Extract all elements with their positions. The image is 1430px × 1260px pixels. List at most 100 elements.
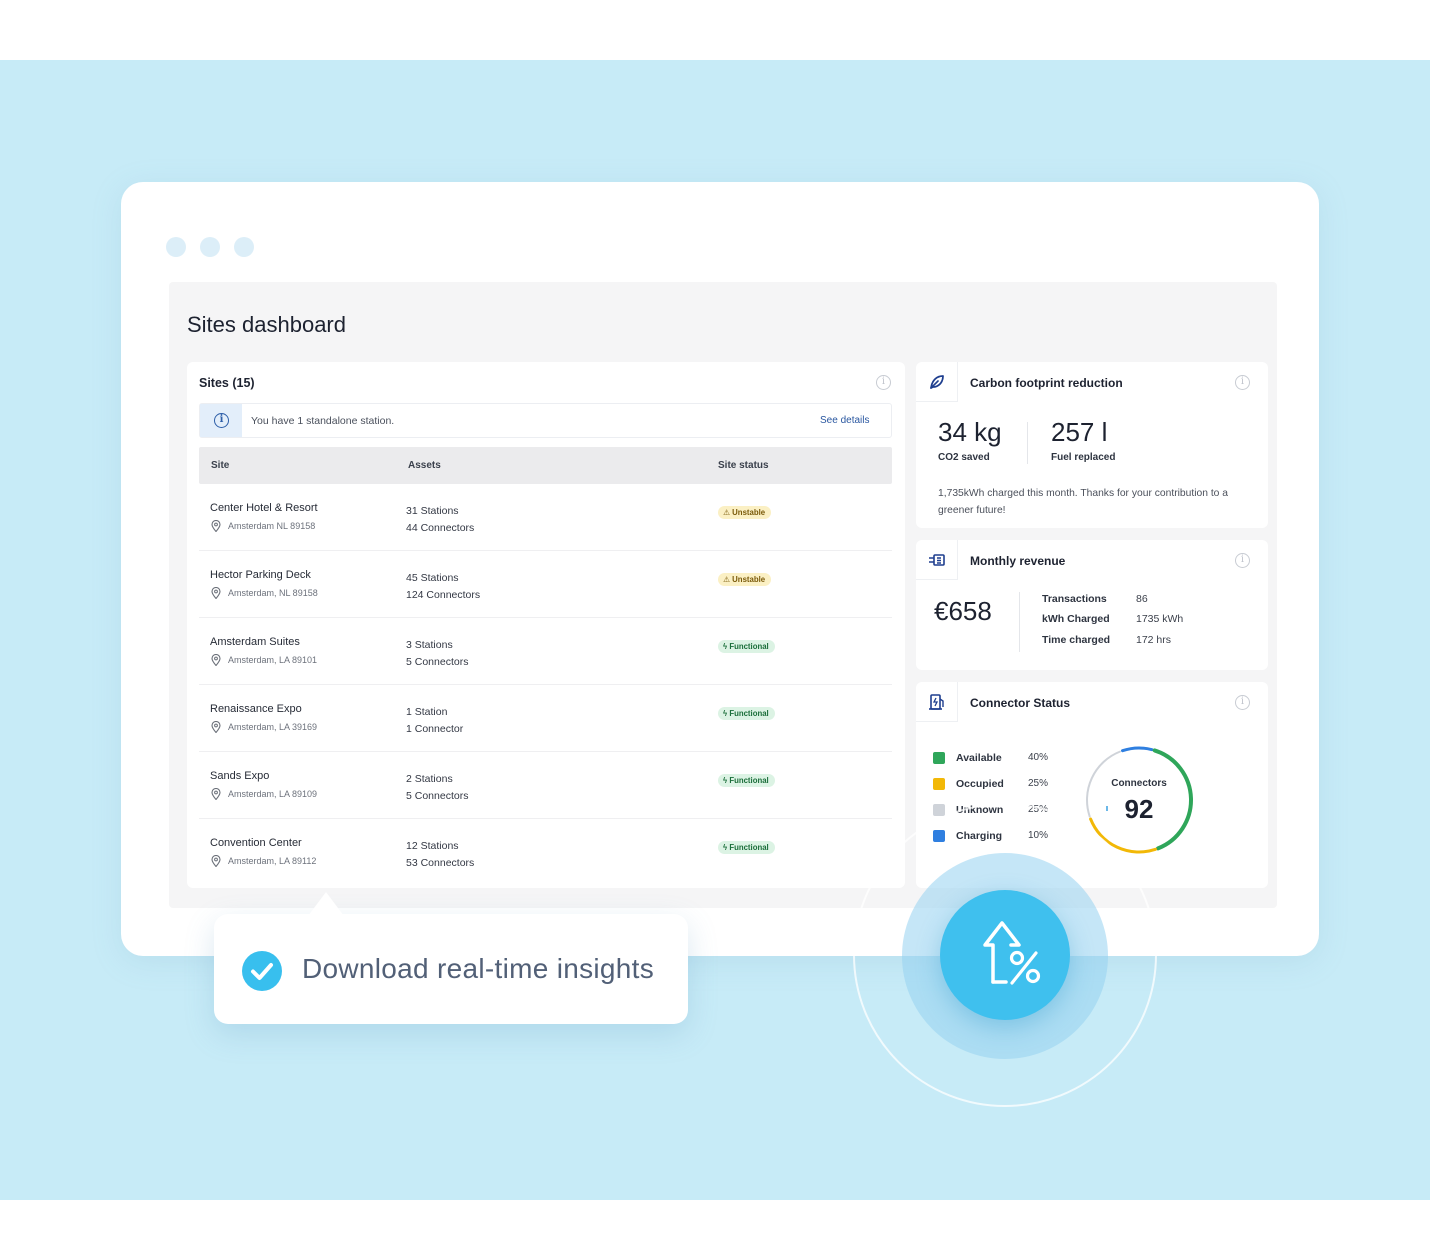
column-header-site[interactable]: Site (211, 460, 229, 471)
station-count: 3 Stations (406, 639, 453, 651)
sites-card: Sites (15) i i You have 1 standalone sta… (187, 362, 905, 888)
column-header-site-status[interactable]: Site status (718, 460, 769, 471)
sites-table-header: Site Assets Site status (199, 447, 892, 484)
status-badge: ϟ Functional (718, 707, 775, 720)
site-location: Amsterdam, NL 89158 (228, 588, 318, 598)
legend-swatch-unknown (933, 804, 945, 816)
site-name[interactable]: Hector Parking Deck (210, 569, 311, 581)
arrow-up-percent-icon (983, 921, 1041, 985)
see-details-link[interactable]: See details (820, 415, 869, 426)
legend-value-available: 40% (1028, 752, 1049, 763)
bolt-icon: ϟ (723, 776, 728, 785)
location-pin-icon (211, 654, 221, 666)
status-text: Functional (729, 776, 769, 785)
window-dot-close[interactable] (166, 237, 186, 257)
station-count: 31 Stations (406, 505, 459, 517)
transactions-value: 86 (1136, 593, 1148, 605)
window-dot-minimize[interactable] (200, 237, 220, 257)
banner-text: You have 1 standalone station. (251, 415, 395, 427)
carbon-description: 1,735kWh charged this month. Thanks for … (938, 488, 1228, 516)
site-location: Amsterdam, LA 39169 (228, 722, 318, 732)
status-badge: ⚠ Unstable (718, 506, 772, 519)
bolt-icon: ϟ (723, 843, 728, 852)
warning-icon: ⚠ (723, 575, 730, 584)
bolt-icon: ϟ (723, 642, 728, 651)
station-count: 1 Station (406, 706, 448, 718)
status-text: Unstable (732, 508, 766, 517)
location-pin-icon (211, 520, 221, 532)
location-pin-icon (211, 721, 221, 733)
transactions-label: Transactions (1042, 593, 1107, 605)
table-row[interactable]: Amsterdam Suites Amsterdam, LA 89101 3 Sta… (199, 618, 892, 685)
status-text: Functional (729, 709, 769, 718)
connector-count: 5 Connectors (406, 656, 469, 668)
monthly-revenue-card: Monthly revenue i €658 Transactions 86 k… (916, 540, 1268, 670)
station-count: 45 Stations (406, 572, 459, 584)
location-pin-icon (211, 587, 221, 599)
status-badge: ϟ Functional (718, 841, 775, 854)
fuel-replaced-value: 257 l (1051, 417, 1108, 447)
site-name[interactable]: Center Hotel & Resort (210, 502, 318, 514)
donut-center-value: 92 (1124, 794, 1154, 824)
co2-saved-value: 34 kg (938, 417, 1002, 447)
site-location: Amsterdam NL 89158 (228, 521, 316, 531)
callout-text: Download real-time insights (302, 953, 655, 984)
legend-label-available: Available (956, 752, 1002, 764)
connector-info-icon[interactable]: i (1235, 695, 1250, 710)
table-row[interactable]: Renaissance Expo Amsterdam, LA 39169 1 Sta… (199, 685, 892, 752)
site-name[interactable]: Amsterdam Suites (210, 636, 300, 648)
time-charged-label: Time charged (1042, 634, 1111, 646)
table-row[interactable]: Hector Parking Deck Amsterdam, NL 89158 45… (199, 551, 892, 618)
fuel-replaced-label: Fuel replaced (1051, 452, 1116, 463)
donut-segment-charging[interactable] (1121, 746, 1154, 753)
insights-callout: Download real-time insights (214, 892, 688, 1024)
revenue-divider (1019, 592, 1020, 652)
revenue-title: Monthly revenue (970, 554, 1066, 568)
carbon-info-icon[interactable]: i (1235, 375, 1250, 390)
station-count: 12 Stations (406, 840, 459, 852)
table-row[interactable]: Convention Center Amsterdam, LA 89112 12 S… (199, 819, 892, 886)
site-name[interactable]: Sands Expo (210, 770, 269, 782)
connector-count: 124 Connectors (406, 589, 481, 601)
ev-station-icon (929, 694, 944, 710)
site-name[interactable]: Renaissance Expo (210, 703, 302, 715)
legend-swatch-available (933, 752, 945, 764)
table-row[interactable]: Center Hotel & Resort Amsterdam NL 89158 3… (199, 484, 892, 551)
connector-icon-box (916, 682, 958, 722)
dashboard-app: Sites dashboard Sites (15) i i You have … (169, 282, 1277, 908)
legend-label-occupied: Occupied (956, 778, 1004, 790)
status-badge: ⚠ Unstable (718, 573, 772, 586)
location-pin-icon (211, 788, 221, 800)
connector-count: 53 Connectors (406, 857, 475, 869)
connector-count: 1 Connector (406, 723, 464, 735)
legend-value-occupied: 25% (1028, 778, 1049, 789)
site-location: Amsterdam, LA 89101 (228, 655, 318, 665)
charger-icon (929, 554, 945, 566)
check-icon (242, 951, 282, 991)
warning-icon: ⚠ (723, 508, 730, 517)
browser-window: Sites dashboard Sites (15) i i You have … (121, 182, 1319, 956)
carbon-title: Carbon footprint reduction (970, 376, 1123, 390)
status-text: Unstable (732, 575, 766, 584)
site-name[interactable]: Convention Center (210, 837, 302, 849)
table-row[interactable]: Sands Expo Amsterdam, LA 89109 2 Stations 5… (199, 752, 892, 819)
window-dot-maximize[interactable] (234, 237, 254, 257)
carbon-footprint-card: Carbon footprint reduction i 34 kg CO2 s… (916, 362, 1268, 528)
carbon-divider (1027, 422, 1028, 464)
revenue-info-icon[interactable]: i (1235, 553, 1250, 568)
leaf-icon (930, 375, 944, 389)
revenue-amount: €658 (934, 596, 992, 626)
bolt-icon: ϟ (723, 709, 728, 718)
info-icon: i (214, 413, 229, 428)
status-text: Functional (729, 843, 769, 852)
donut-center-label: Connectors (1111, 778, 1167, 789)
kwh-charged-label: kWh Charged (1042, 613, 1110, 625)
sites-title: Sites (15) (199, 376, 255, 390)
legend-swatch-occupied (933, 778, 945, 790)
location-pin-icon (211, 855, 221, 867)
sites-info-icon[interactable]: i (876, 375, 891, 390)
column-header-assets[interactable]: Assets (408, 460, 441, 471)
connector-count: 44 Connectors (406, 522, 475, 534)
status-badge: ϟ Functional (718, 640, 775, 653)
site-location: Amsterdam, LA 89109 (228, 789, 318, 799)
